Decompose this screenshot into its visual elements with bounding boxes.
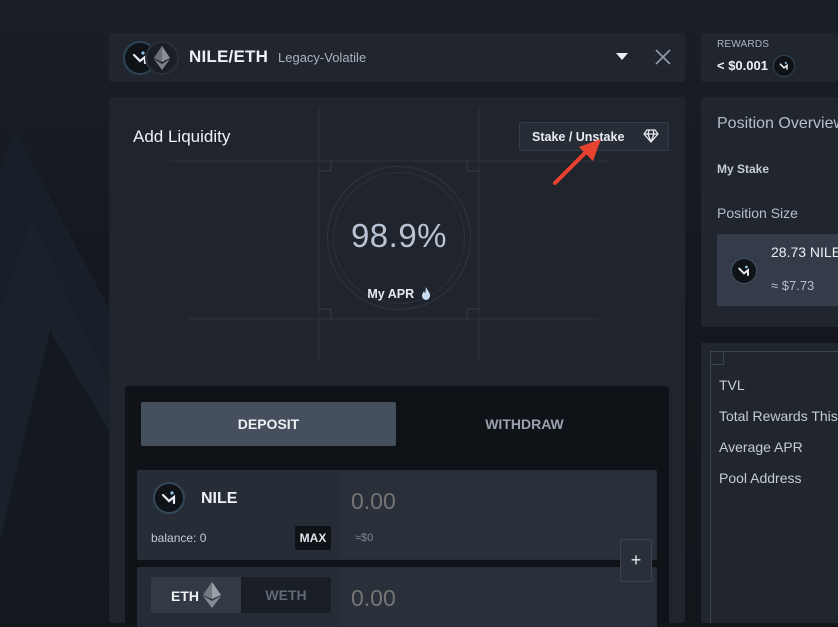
eth-icon xyxy=(203,582,221,608)
amount-area xyxy=(339,569,655,625)
rewards-label: REWARDS xyxy=(717,39,769,50)
toggle-option-eth[interactable]: ETH xyxy=(151,577,241,613)
apr-label: My APR xyxy=(367,287,414,301)
pool-header: NILE/ETH Legacy-Volatile xyxy=(109,33,685,82)
flame-icon xyxy=(421,287,431,300)
rewards-card: REWARDS < $0.001 xyxy=(701,33,838,82)
toggle-option-weth[interactable]: WETH xyxy=(241,577,331,613)
stats-corner xyxy=(710,351,724,365)
liquidity-panel: DEPOSIT WITHDRAW NILE balance: 0 MAX ≈$0… xyxy=(125,386,669,623)
stake-unstake-label: Stake / Unstake xyxy=(532,130,624,144)
eth-amount-input[interactable] xyxy=(351,585,591,612)
close-icon[interactable] xyxy=(652,46,674,68)
apr-value: 98.9% xyxy=(327,217,471,255)
usd-value: ≈$0 xyxy=(355,532,373,544)
nile-icon xyxy=(153,482,185,514)
pool-type-label: Legacy-Volatile xyxy=(278,50,366,65)
pool-stats-card: TVL Total Rewards This Average APR Pool … xyxy=(701,343,838,623)
nile-amount-input[interactable] xyxy=(351,488,591,515)
page-title: Add Liquidity xyxy=(133,127,230,147)
apr-label-row: My APR xyxy=(327,287,471,301)
my-stake-label: My Stake xyxy=(717,162,769,176)
pair-name: NILE/ETH xyxy=(189,47,268,67)
chevron-down-icon[interactable] xyxy=(616,53,628,60)
nile-icon xyxy=(731,258,757,284)
rewards-value: < $0.001 xyxy=(717,58,768,73)
eth-label: ETH xyxy=(171,588,199,604)
token-name: NILE xyxy=(201,490,237,508)
pair-icons xyxy=(123,40,183,76)
token-input-nile: NILE balance: 0 MAX ≈$0 xyxy=(137,470,657,560)
balance-label: balance: 0 xyxy=(151,531,206,545)
token-input-eth: ETH WETH xyxy=(137,567,657,627)
stat-average-apr-label: Average APR xyxy=(719,439,803,455)
plus-icon[interactable]: + xyxy=(620,539,652,582)
eth-icon xyxy=(145,41,179,75)
position-size-label: Position Size xyxy=(717,205,798,221)
amount-area: ≈$0 xyxy=(339,472,655,558)
max-button[interactable]: MAX xyxy=(295,526,331,550)
tab-deposit[interactable]: DEPOSIT xyxy=(141,402,396,446)
stake-unstake-button[interactable]: Stake / Unstake xyxy=(519,122,669,151)
stat-tvl-label: TVL xyxy=(719,377,745,393)
diamond-icon xyxy=(643,129,659,143)
position-usd: ≈ $7.73 xyxy=(771,278,814,293)
position-overview-card: Position Overview My Stake Position Size… xyxy=(701,97,838,327)
eth-weth-toggle: ETH WETH xyxy=(151,577,331,613)
position-size-card: 28.73 NILE ≈ $7.73 xyxy=(717,234,838,306)
position-overview-title: Position Overview xyxy=(717,115,838,133)
add-liquidity-card: Add Liquidity Stake / Unstake 98.9% My A… xyxy=(109,97,685,623)
tab-withdraw[interactable]: WITHDRAW xyxy=(397,402,652,446)
stat-total-rewards-label: Total Rewards This xyxy=(719,408,838,424)
nile-icon xyxy=(773,55,795,77)
position-amount: 28.73 NILE xyxy=(771,244,838,260)
stat-pool-address-label: Pool Address xyxy=(719,470,802,486)
